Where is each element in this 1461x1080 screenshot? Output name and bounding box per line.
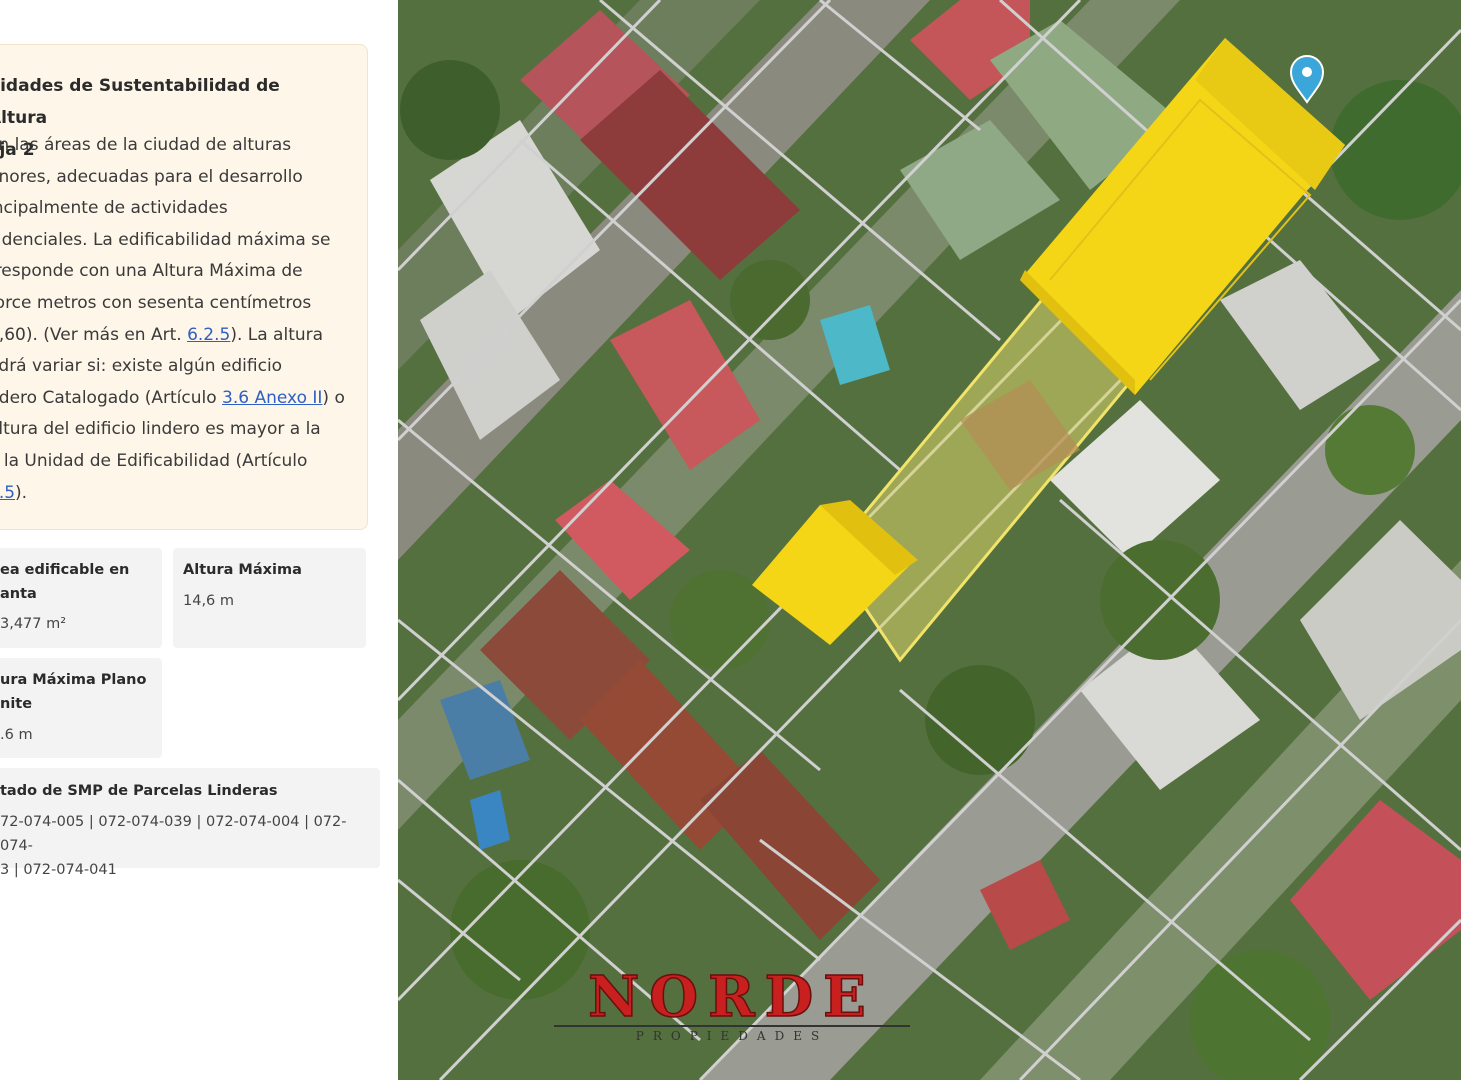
tree bbox=[1100, 540, 1220, 660]
adjacent-parcels-stat: tado de SMP de Parcelas Linderas 72-074-… bbox=[0, 768, 380, 878]
pin-dot bbox=[1302, 67, 1312, 77]
max-height-stat: Altura Máxima 14,6 m bbox=[173, 548, 366, 648]
max-height-label: Altura Máxima bbox=[183, 562, 302, 578]
label-line: ura Máxima Plano bbox=[0, 672, 147, 688]
desc-text: ). La altura bbox=[230, 324, 324, 345]
article-6-2-5-link[interactable]: 6.2.5 bbox=[187, 325, 230, 345]
desc-line: ndero Catalogado (Artículo 3.6 Anexo II)… bbox=[0, 383, 350, 415]
label-line: nite bbox=[0, 696, 33, 712]
logo-graphic: NORDE PROPIEDADES bbox=[554, 963, 910, 1043]
tree bbox=[1325, 405, 1415, 495]
tree bbox=[400, 60, 500, 160]
norde-logo: NORDE PROPIEDADES bbox=[554, 960, 910, 1050]
max-height-plane-value: .6 m bbox=[0, 727, 33, 743]
desc-line: odrá variar si: existe algún edificio bbox=[0, 356, 283, 377]
desc-line: on las áreas de la ciudad de alturas bbox=[0, 135, 292, 155]
article-3-6-annex-ii-link[interactable]: 3.6 Anexo II bbox=[222, 388, 322, 408]
logo-wordmark: NORDE bbox=[588, 964, 876, 1030]
adjacent-parcels-label: tado de SMP de Parcelas Linderas bbox=[0, 783, 278, 799]
value-line: 3 | 072-074-041 bbox=[0, 862, 117, 878]
value-line: 72-074-005 | 072-074-039 | 072-074-004 |… bbox=[0, 814, 347, 854]
desc-text: ) o bbox=[322, 387, 345, 408]
desc-line: rresponde con una Altura Máxima de bbox=[0, 261, 303, 282]
desc-text: ndero Catalogado (Artículo bbox=[0, 387, 223, 408]
buildable-area-stat: ea edificable en anta 3,477 m² bbox=[0, 548, 162, 648]
desc-line: 5.5). bbox=[0, 478, 350, 510]
desc-line: torce metros con sesenta centímetros bbox=[0, 292, 312, 313]
desc-text: ). bbox=[15, 482, 28, 503]
info-panel: nidades de Sustentabilidad de Altura aja… bbox=[0, 0, 398, 1080]
label-line: ea edificable en bbox=[0, 562, 130, 578]
zoning-title-line-1: nidades de Sustentabilidad de Altura bbox=[0, 76, 280, 128]
desc-line: sidenciales. La edificabilidad máxima se bbox=[0, 229, 331, 250]
max-height-plane-label: ura Máxima Plano nite bbox=[0, 668, 160, 716]
max-height-plane-stat: ura Máxima Plano nite .6 m bbox=[0, 658, 162, 758]
zoning-description: on las áreas de la ciudad de alturas eno… bbox=[0, 130, 350, 509]
map-canvas[interactable] bbox=[398, 0, 1461, 1080]
max-height-value: 14,6 m bbox=[183, 593, 235, 609]
desc-line: altura del edificio lindero es mayor a l… bbox=[0, 419, 321, 440]
satellite-map[interactable] bbox=[398, 0, 1461, 1080]
desc-line: e la Unidad de Edificabilidad (Artículo bbox=[0, 450, 308, 471]
desc-line: incipalmente de actividades bbox=[0, 198, 228, 219]
adjacent-parcels-value: 72-074-005 | 072-074-039 | 072-074-004 |… bbox=[0, 810, 375, 882]
desc-text: 4,60). (Ver más en Art. bbox=[0, 324, 188, 345]
buildable-area-label: ea edificable en anta bbox=[0, 558, 160, 606]
desc-line: 4,60). (Ver más en Art. 6.2.5). La altur… bbox=[0, 320, 350, 352]
article-5-5-link[interactable]: 5.5 bbox=[0, 483, 15, 503]
desc-line: enores, adecuadas para el desarrollo bbox=[0, 166, 303, 187]
buildable-area-value: 3,477 m² bbox=[0, 616, 67, 632]
label-line: anta bbox=[0, 586, 37, 602]
logo-tagline: PROPIEDADES bbox=[636, 1029, 828, 1043]
tree bbox=[730, 260, 810, 340]
